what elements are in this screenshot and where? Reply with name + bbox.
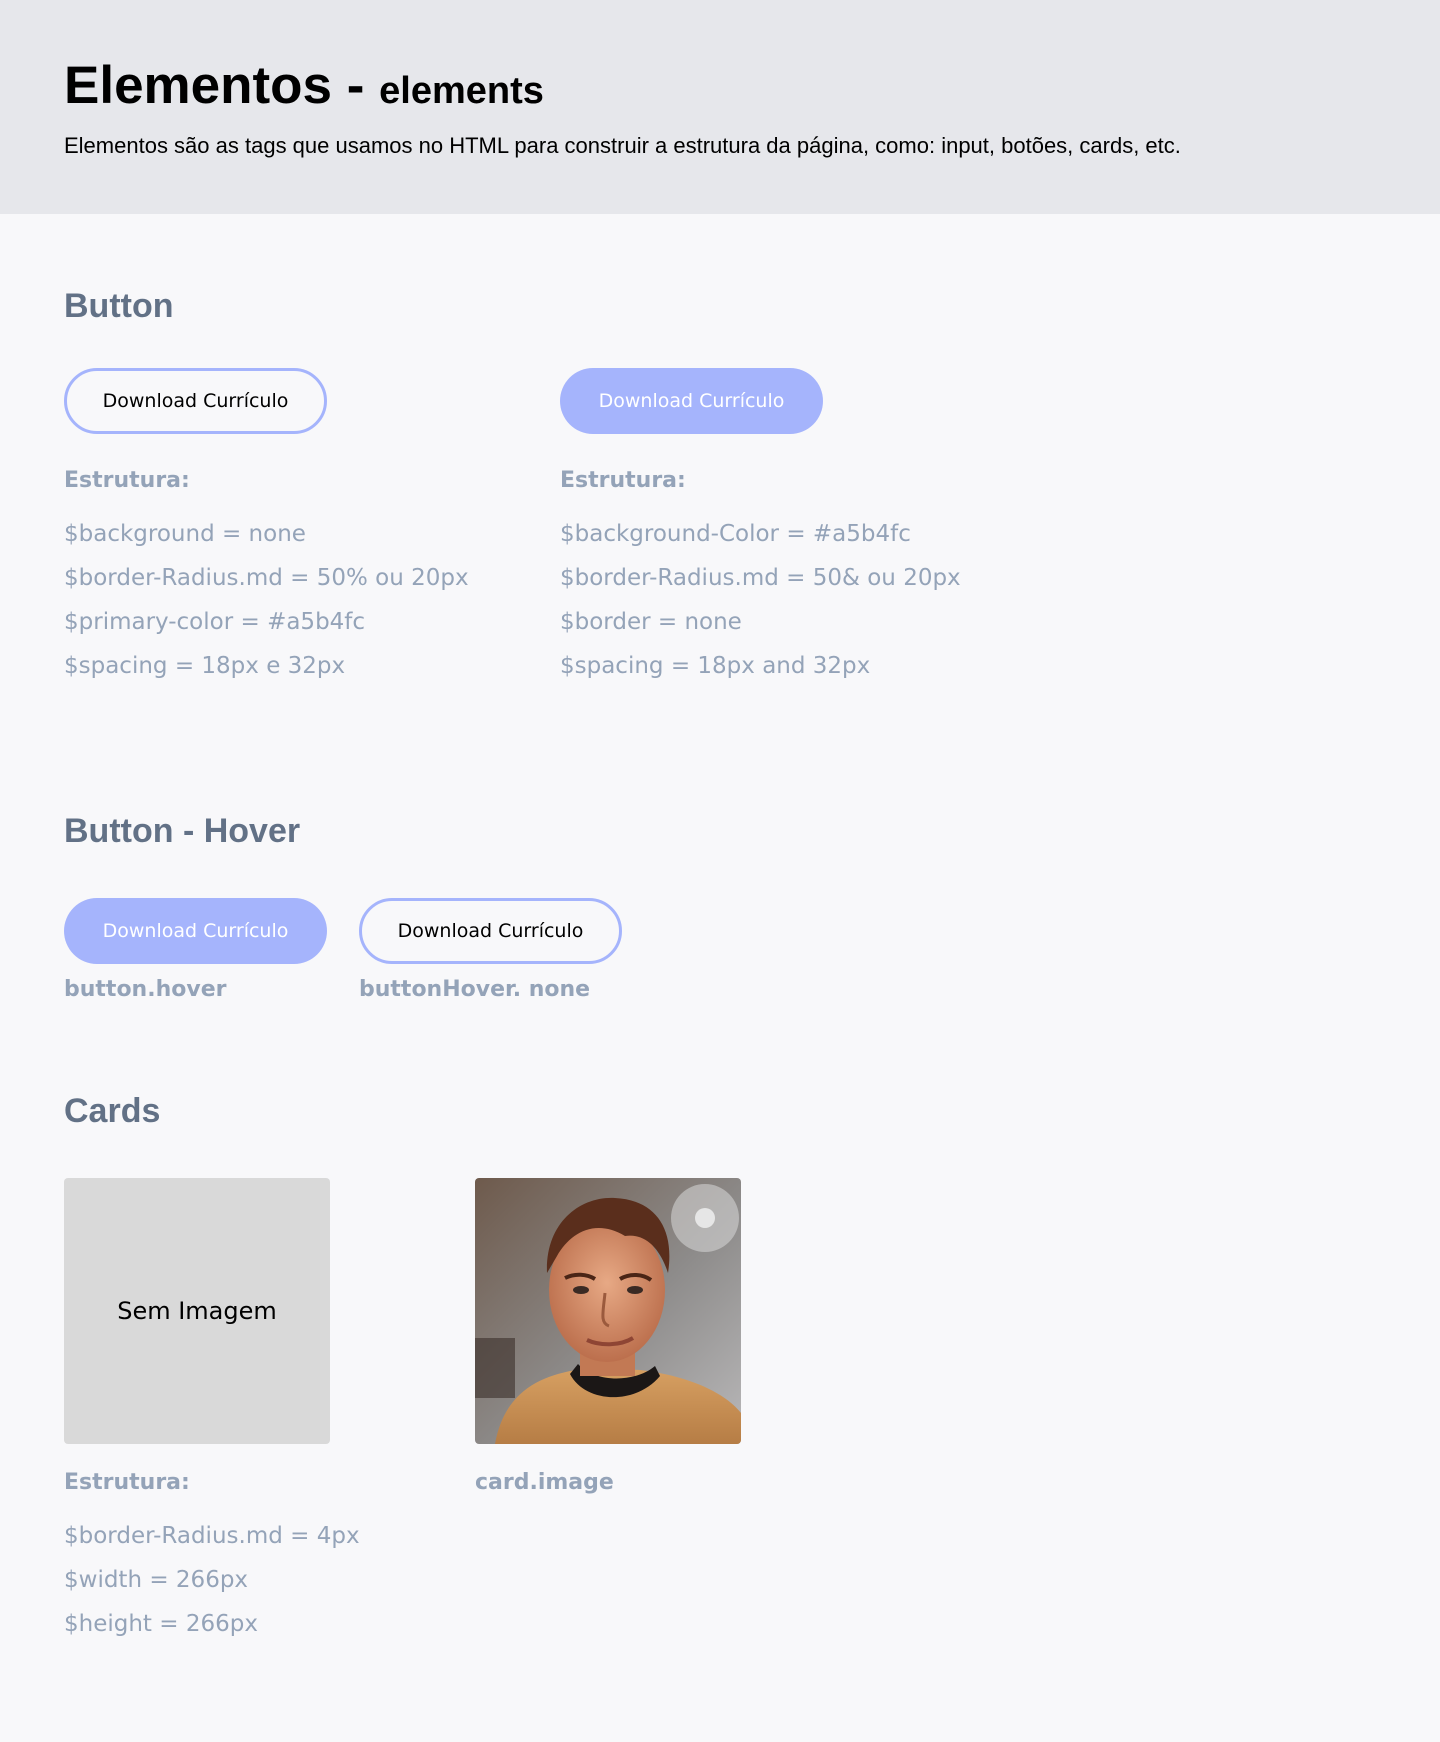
spec-item: $height = 266px xyxy=(64,1611,258,1637)
card-placeholder[interactable]: Sem Imagem xyxy=(64,1178,330,1444)
page-title: Elementos - elements xyxy=(64,54,544,123)
spec-item: $background = none xyxy=(64,521,306,547)
spec-list-outline: $background = none $border-Radius.md = 5… xyxy=(64,512,469,688)
spec-item: $spacing = 18px e 32px xyxy=(64,653,346,679)
spec-item: $border-Radius.md = 4px xyxy=(64,1523,360,1549)
structure-label-filled: Estrutura: xyxy=(560,468,686,493)
spec-list-filled: $background-Color = #a5b4fc $border-Radi… xyxy=(560,512,961,688)
spec-item: $width = 266px xyxy=(64,1567,249,1593)
download-cv-button-filled[interactable]: Download Currículo xyxy=(560,368,823,434)
page-header: Elementos - elements Elementos são as ta… xyxy=(0,0,1440,214)
caption-button-hover-none: buttonHover. none xyxy=(359,977,591,1002)
structure-label-outline: Estrutura: xyxy=(64,468,190,493)
card-image[interactable] xyxy=(475,1178,741,1444)
page-description: Elementos são as tags que usamos no HTML… xyxy=(64,133,1181,158)
spec-item: $spacing = 18px and 32px xyxy=(560,653,871,679)
download-cv-button-hover-none[interactable]: Download Currículo xyxy=(359,898,622,964)
page-title-main: Elementos - xyxy=(64,56,365,115)
page-title-sub: elements xyxy=(379,70,544,112)
download-cv-button-hover[interactable]: Download Currículo xyxy=(64,898,327,964)
caption-button-hover: button.hover xyxy=(64,977,227,1002)
caption-card-image: card.image xyxy=(475,1470,614,1495)
section-title-button: Button xyxy=(64,287,174,325)
spec-list-card: $border-Radius.md = 4px $width = 266px $… xyxy=(64,1514,360,1646)
section-title-button-hover: Button - Hover xyxy=(64,812,301,850)
structure-label-card: Estrutura: xyxy=(64,1470,190,1495)
spec-item: $border = none xyxy=(560,609,742,635)
spec-item: $background-Color = #a5b4fc xyxy=(560,521,911,547)
section-title-cards: Cards xyxy=(64,1092,161,1130)
spec-item: $border-Radius.md = 50& ou 20px xyxy=(560,565,961,591)
spec-item: $primary-color = #a5b4fc xyxy=(64,609,366,635)
spec-item: $border-Radius.md = 50% ou 20px xyxy=(64,565,469,591)
download-cv-button-outline[interactable]: Download Currículo xyxy=(64,368,327,434)
portrait-photo-icon xyxy=(475,1178,741,1444)
card-placeholder-text: Sem Imagem xyxy=(117,1297,277,1325)
